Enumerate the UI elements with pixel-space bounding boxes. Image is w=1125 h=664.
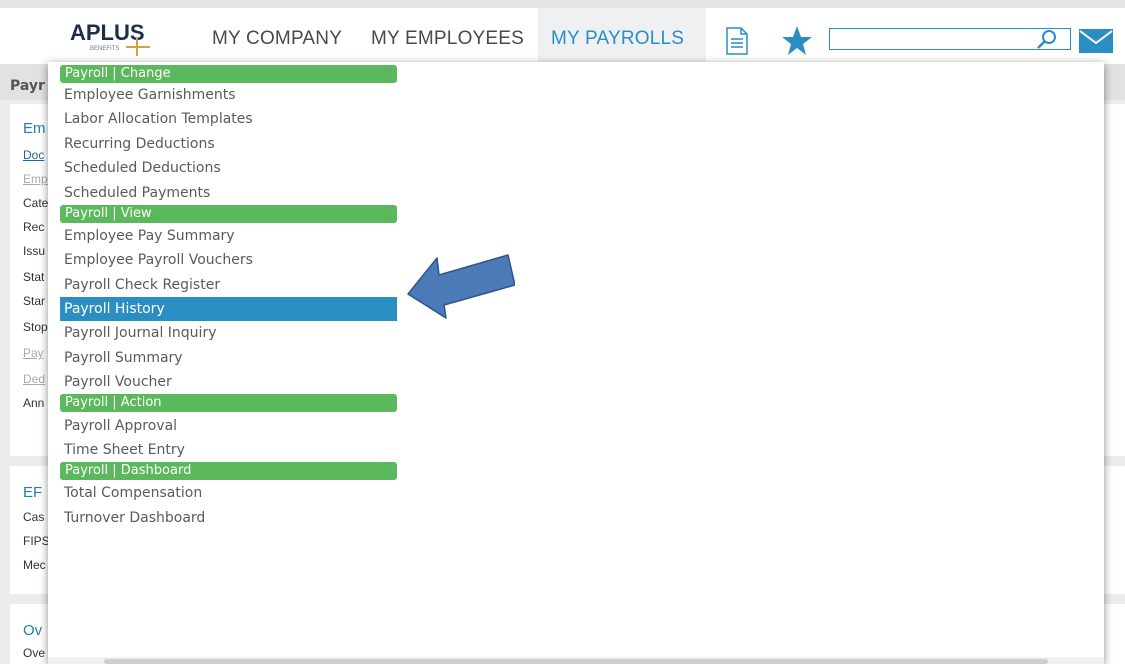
menu-item-employee-payroll-vouchers[interactable]: Employee Payroll Vouchers [64,251,253,269]
menu-item-scheduled-payments[interactable]: Scheduled Payments [64,184,210,202]
menu-group-payroll-action: Payroll | Action [60,394,397,412]
menu-item-employee-pay-summary[interactable]: Employee Pay Summary [64,227,235,245]
mail-icon[interactable] [1079,29,1113,53]
menu-item-payroll-journal-inquiry[interactable]: Payroll Journal Inquiry [64,324,216,342]
section-heading: Ov [23,622,43,639]
section-link[interactable]: Emp [23,172,48,186]
document-icon[interactable] [726,27,748,55]
menu-group-payroll-view: Payroll | View [60,205,397,223]
section-link[interactable]: Rec [23,220,44,234]
nav-my-employees[interactable]: MY EMPLOYEES [371,28,524,50]
menu-item-time-sheet-entry[interactable]: Time Sheet Entry [64,441,185,459]
menu-item-recurring-deductions[interactable]: Recurring Deductions [64,135,215,153]
nav-my-payrolls[interactable]: MY PAYROLLS [551,28,684,50]
menu-item-payroll-summary[interactable]: Payroll Summary [64,349,183,367]
menu-item-payroll-voucher[interactable]: Payroll Voucher [64,373,172,391]
section-link[interactable]: Issu [23,244,45,258]
section-link[interactable]: FIPS [23,534,50,548]
section-link[interactable]: Stop [23,320,48,334]
section-heading: EF [23,484,43,501]
scrollbar-thumb[interactable] [104,659,1048,664]
menu-item-turnover-dashboard[interactable]: Turnover Dashboard [64,509,205,527]
section-link[interactable]: Ann [23,396,44,410]
payroll-dropdown-menu: Payroll | Change Employee Garnishments L… [48,62,1104,664]
menu-item-payroll-approval[interactable]: Payroll Approval [64,417,177,435]
menu-group-payroll-change: Payroll | Change [60,65,397,83]
section-link[interactable]: Doc [23,148,44,162]
section-link[interactable]: Star [23,294,45,308]
logo-plus-mark [126,38,150,56]
page-title: Payr [10,78,45,94]
arrow-pointer-icon [407,254,515,319]
section-heading: Em [23,120,46,137]
menu-item-total-compensation[interactable]: Total Compensation [64,484,202,502]
section-link[interactable]: Ove [23,646,45,660]
menu-group-payroll-dashboard: Payroll | Dashboard [60,462,397,480]
logo-subtext: BENEFITS [90,46,120,52]
nav-my-company[interactable]: MY COMPANY [212,28,342,50]
section-link[interactable]: Mec [23,558,46,572]
menu-item-payroll-history[interactable]: Payroll History [60,297,397,321]
menu-item-payroll-check-register[interactable]: Payroll Check Register [64,276,220,294]
company-logo[interactable]: APLUS BENEFITS [70,20,154,58]
menu-item-scheduled-deductions[interactable]: Scheduled Deductions [64,159,221,177]
section-link[interactable]: Cate [23,196,48,210]
section-link[interactable]: Pay [23,346,44,360]
section-link[interactable]: Stat [23,270,44,284]
star-icon[interactable] [780,24,814,58]
menu-item-employee-garnishments[interactable]: Employee Garnishments [64,86,236,104]
section-link[interactable]: Ded [23,372,45,386]
search-icon[interactable] [1035,28,1059,52]
menu-item-labor-allocation-templates[interactable]: Labor Allocation Templates [64,110,253,128]
section-link[interactable]: Cas [23,510,44,524]
